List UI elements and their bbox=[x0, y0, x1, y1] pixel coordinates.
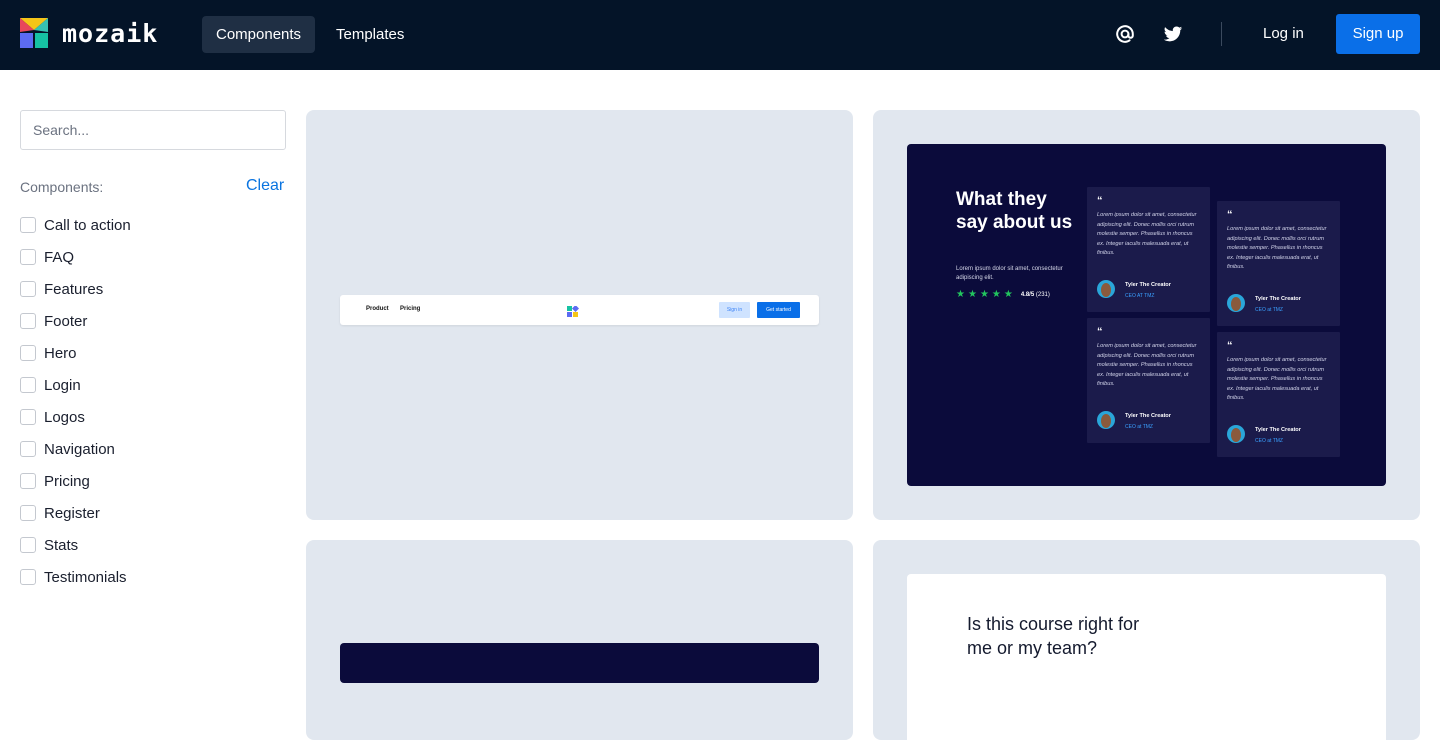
components-filter-title: Components: bbox=[20, 179, 104, 195]
filter-pricing[interactable]: Pricing bbox=[20, 465, 131, 497]
preview-get-started-button: Get started bbox=[757, 302, 800, 318]
filter-label: FAQ bbox=[44, 248, 75, 266]
preview-nav-link: Pricing bbox=[400, 306, 421, 312]
rating-value: 4.8/5 bbox=[1020, 292, 1035, 298]
dark-component-preview bbox=[340, 643, 819, 683]
testimonial-quote: Lorem ipsum dolor sit amet, consectetur … bbox=[1097, 343, 1197, 388]
testimonial-quote: Lorem ipsum dolor sit amet, consectetur … bbox=[1227, 357, 1327, 402]
checkbox[interactable] bbox=[20, 409, 36, 425]
testimonial-card: “ Lorem ipsum dolor sit amet, consectetu… bbox=[1087, 318, 1210, 443]
filter-register[interactable]: Register bbox=[20, 497, 131, 529]
header-divider bbox=[1221, 22, 1222, 46]
component-card-navigation[interactable]: Product Pricing Sign in Get started bbox=[306, 110, 853, 520]
preview-logo-icon bbox=[567, 304, 580, 323]
preview-signin-button: Sign in bbox=[719, 302, 750, 318]
filter-label: Footer bbox=[44, 312, 88, 330]
filter-label: Features bbox=[44, 280, 104, 298]
filter-label: Testimonials bbox=[44, 568, 127, 586]
nav-components[interactable]: Components bbox=[202, 16, 316, 53]
quote-icon: “ bbox=[1227, 340, 1233, 352]
avatar bbox=[1097, 280, 1115, 298]
nav-templates[interactable]: Templates bbox=[322, 16, 418, 53]
brand-name: mozaik bbox=[62, 18, 159, 48]
checkbox[interactable] bbox=[20, 345, 36, 361]
quote-icon: “ bbox=[1097, 326, 1103, 338]
quote-icon: “ bbox=[1227, 209, 1233, 221]
brand-logo[interactable]: mozaik bbox=[20, 18, 158, 48]
preview-rating: ★ ★ ★ ★ ★ 4.8/5 (231) bbox=[956, 290, 1050, 300]
avatar bbox=[1227, 425, 1245, 443]
preview-nav-link: Product bbox=[366, 306, 389, 312]
testimonial-card: “ Lorem ipsum dolor sit amet, consectetu… bbox=[1217, 332, 1340, 457]
star-icon: ★ bbox=[1003, 289, 1013, 300]
clear-filters-link[interactable]: Clear bbox=[246, 177, 284, 195]
testimonial-author: Tyler The Creator bbox=[1255, 296, 1301, 302]
testimonial-role: CEO AT TMZ bbox=[1125, 293, 1155, 299]
filter-hero[interactable]: Hero bbox=[20, 337, 131, 369]
filter-login[interactable]: Login bbox=[20, 369, 131, 401]
checkbox[interactable] bbox=[20, 537, 36, 553]
filter-faq[interactable]: FAQ bbox=[20, 241, 131, 273]
testimonial-card: “ Lorem ipsum dolor sit amet, consectetu… bbox=[1217, 201, 1340, 326]
testimonial-role: CEO at TMZ bbox=[1255, 307, 1283, 313]
navbar-preview: Product Pricing Sign in Get started bbox=[340, 295, 819, 325]
checkbox[interactable] bbox=[20, 313, 36, 329]
testimonial-card: “ Lorem ipsum dolor sit amet, consectetu… bbox=[1087, 187, 1210, 312]
preview-testimonials-subtitle: Lorem ipsum dolor sit amet, consectetur … bbox=[956, 266, 1063, 281]
filter-label: Pricing bbox=[44, 472, 90, 490]
testimonial-author: Tyler The Creator bbox=[1255, 427, 1301, 433]
testimonials-preview: What they say about us Lorem ipsum dolor… bbox=[907, 144, 1386, 486]
filter-navigation[interactable]: Navigation bbox=[20, 433, 131, 465]
filter-label: Register bbox=[44, 504, 100, 522]
testimonial-author: Tyler The Creator bbox=[1125, 413, 1171, 419]
rating-text: 4.8/5 (231) bbox=[1021, 292, 1050, 298]
filter-label: Logos bbox=[44, 408, 85, 426]
filter-stats[interactable]: Stats bbox=[20, 529, 131, 561]
avatar bbox=[1227, 294, 1245, 312]
twitter-icon[interactable] bbox=[1163, 24, 1183, 44]
filter-label: Navigation bbox=[44, 440, 115, 458]
filter-label: Call to action bbox=[44, 216, 131, 234]
checkbox[interactable] bbox=[20, 377, 36, 393]
filter-call-to-action[interactable]: Call to action bbox=[20, 209, 131, 241]
star-icon: ★ bbox=[956, 289, 965, 300]
checkbox[interactable] bbox=[20, 569, 36, 585]
checkbox[interactable] bbox=[20, 249, 36, 265]
avatar bbox=[1097, 411, 1115, 429]
filter-logos[interactable]: Logos bbox=[20, 401, 131, 433]
star-icon: ★ bbox=[967, 289, 977, 300]
testimonial-quote: Lorem ipsum dolor sit amet, consectetur … bbox=[1097, 212, 1197, 257]
mozaik-logo-icon bbox=[20, 18, 48, 48]
search-input[interactable] bbox=[20, 110, 286, 150]
checkbox[interactable] bbox=[20, 441, 36, 457]
checkbox[interactable] bbox=[20, 281, 36, 297]
testimonial-quote: Lorem ipsum dolor sit amet, consectetur … bbox=[1227, 226, 1327, 271]
testimonial-role: CEO at TMZ bbox=[1255, 438, 1283, 444]
at-icon[interactable] bbox=[1115, 24, 1135, 44]
filter-footer[interactable]: Footer bbox=[20, 305, 131, 337]
component-card-testimonials[interactable]: What they say about us Lorem ipsum dolor… bbox=[873, 110, 1420, 520]
rating-count: (231) bbox=[1035, 292, 1050, 298]
filter-features[interactable]: Features bbox=[20, 273, 131, 305]
checkbox[interactable] bbox=[20, 505, 36, 521]
checkbox[interactable] bbox=[20, 473, 36, 489]
login-link[interactable]: Log in bbox=[1263, 25, 1304, 42]
component-card-dark[interactable] bbox=[306, 540, 853, 740]
quote-icon: “ bbox=[1097, 195, 1103, 207]
top-navigation-bar: mozaik Components Templates Log in Sign … bbox=[0, 0, 1440, 70]
testimonial-author: Tyler The Creator bbox=[1125, 282, 1171, 288]
component-filter-list: Call to action FAQ Features Footer Hero … bbox=[20, 209, 131, 593]
filter-testimonials[interactable]: Testimonials bbox=[20, 561, 131, 593]
faq-preview: Is this course right for me or my team? bbox=[907, 574, 1386, 740]
checkbox[interactable] bbox=[20, 217, 36, 233]
star-icon: ★ bbox=[991, 289, 1001, 300]
filter-label: Login bbox=[44, 376, 81, 394]
testimonial-role: CEO at TMZ bbox=[1125, 424, 1153, 430]
signup-button[interactable]: Sign up bbox=[1336, 14, 1420, 54]
star-icon: ★ bbox=[979, 289, 989, 300]
filter-label: Stats bbox=[44, 536, 79, 554]
component-card-faq[interactable]: Is this course right for me or my team? bbox=[873, 540, 1420, 740]
filter-label: Hero bbox=[44, 344, 77, 362]
preview-testimonials-title: What they say about us bbox=[956, 189, 1073, 233]
